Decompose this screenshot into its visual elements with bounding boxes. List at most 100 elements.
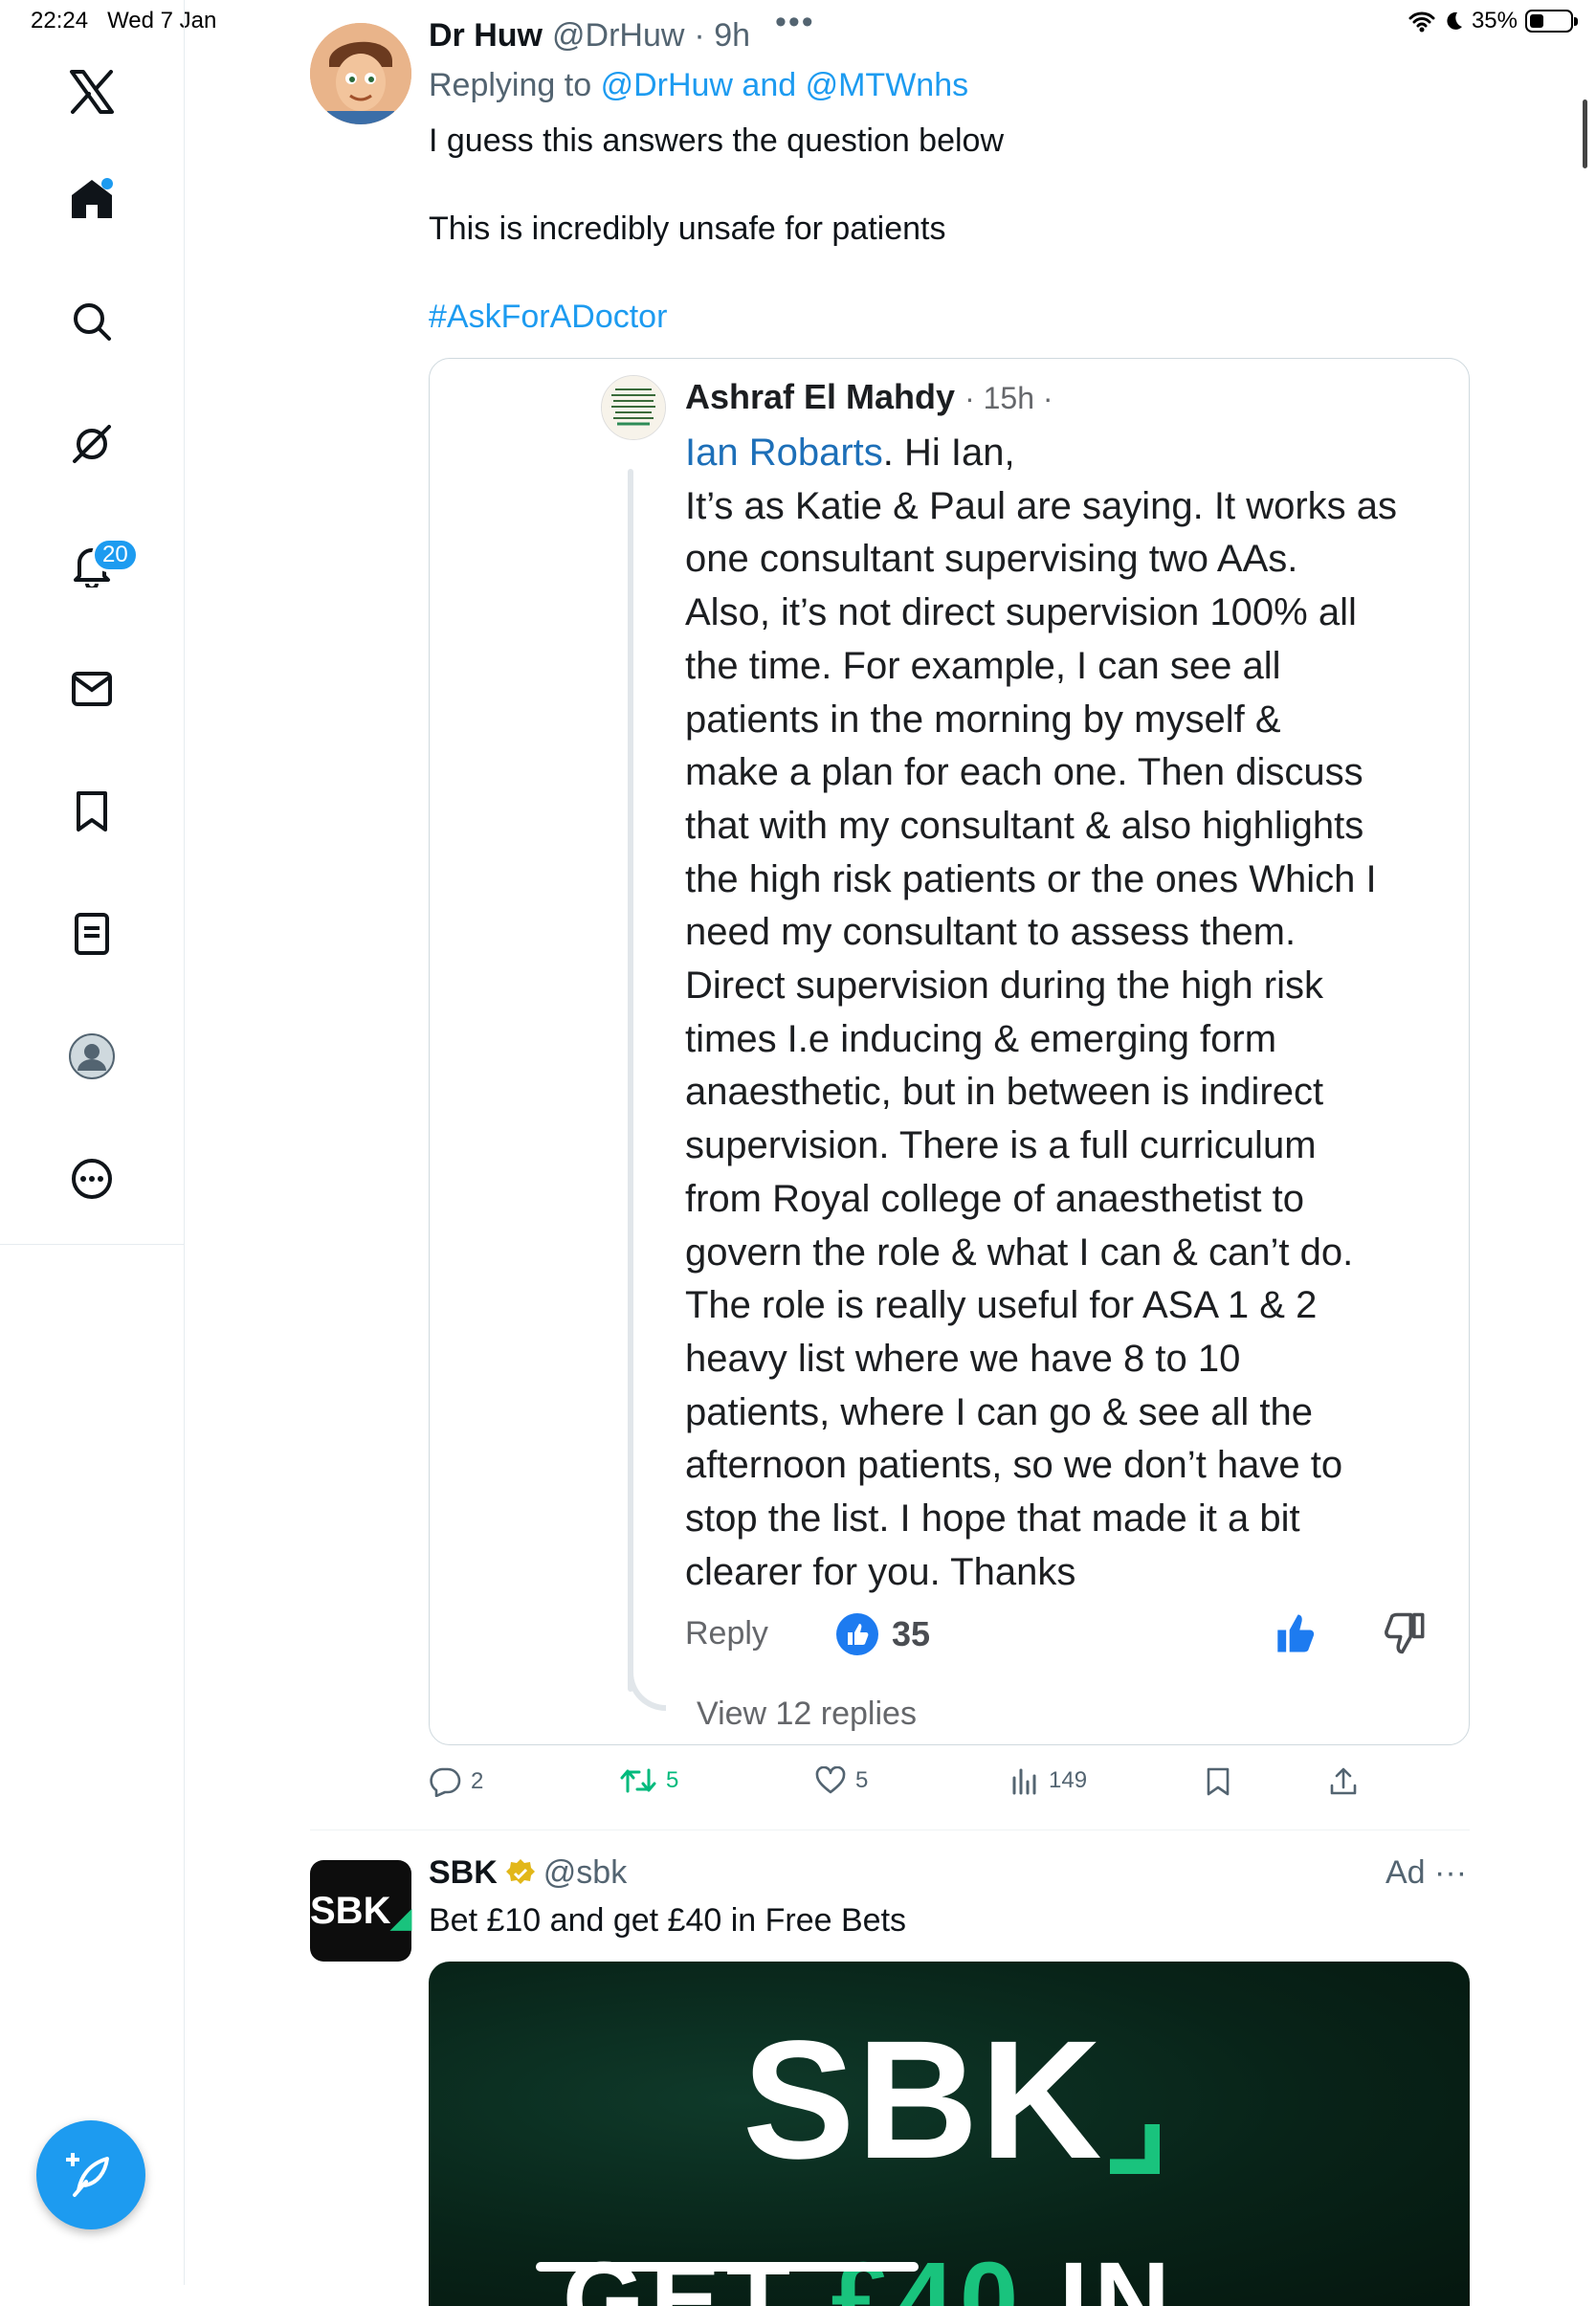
mail-icon — [72, 672, 112, 706]
tweet-text-line-2: This is incredibly unsafe for patients — [429, 211, 946, 247]
repost-icon — [620, 1768, 656, 1793]
ad-text: Bet £10 and get £40 in Free Bets — [429, 1902, 907, 1939]
battery-percent: 35% — [1471, 8, 1518, 33]
quoted-line: the high risk patients or the ones Which… — [685, 857, 1377, 900]
quoted-line: Also, it’s not direct supervision 100% a… — [685, 591, 1357, 634]
quoted-line: It’s as Katie & Paul are saying. It work… — [685, 484, 1398, 527]
quoted-line: Ian Robarts. Hi Ian, — [685, 432, 1015, 474]
quoted-mention: Ian Robarts — [685, 432, 883, 474]
nav-search[interactable] — [54, 283, 130, 360]
quoted-line: times I.e inducing & emerging form — [685, 1017, 1277, 1060]
bookmark-icon — [1207, 1767, 1230, 1796]
ad-banner-image[interactable]: SBK GET £40 IN — [429, 1962, 1470, 2306]
quoted-line: patients in the morning by myself & — [685, 698, 1281, 741]
verified-gold-badge-icon — [505, 1858, 535, 1884]
repost-count: 5 — [666, 1767, 679, 1793]
quoted-comment-body: Ian Robarts. Hi Ian, It’s as Katie & Pau… — [685, 427, 1451, 1599]
quoted-line: The role is really useful for ASA 1 & 2 — [685, 1284, 1318, 1327]
views-button[interactable]: 149 — [1010, 1766, 1087, 1795]
repost-button[interactable]: 5 — [620, 1766, 678, 1795]
status-right: 35% — [1408, 8, 1578, 34]
more-circle-icon — [72, 1159, 112, 1199]
quoted-line: clearer for you. Thanks — [685, 1550, 1076, 1593]
nav-lists[interactable] — [54, 896, 130, 972]
reply-icon — [430, 1767, 461, 1797]
quoted-like-number: 35 — [892, 1614, 931, 1653]
bookmark-button[interactable] — [1206, 1766, 1230, 1797]
quoted-line: that with my consultant & also highlight… — [685, 804, 1364, 847]
view-replies-link: View 12 replies — [697, 1696, 917, 1732]
quoted-line: stop the list. I hope that made it a bit — [685, 1497, 1300, 1541]
quoted-author-avatar — [601, 375, 666, 440]
more-options-icon[interactable]: ••• — [775, 4, 815, 41]
sbk-avatar-text: SBK — [310, 1889, 391, 1932]
ad-header: SBK @sbk — [429, 1854, 627, 1892]
thumbs-down-icon — [1384, 1611, 1428, 1660]
scroll-indicator[interactable] — [1583, 100, 1587, 168]
list-icon — [75, 913, 109, 955]
tweet-time[interactable]: · 9h — [694, 17, 750, 55]
like-count: 5 — [855, 1767, 869, 1793]
author-handle[interactable]: @DrHuw — [552, 17, 684, 55]
like-button[interactable]: 5 — [815, 1766, 868, 1795]
nav-grok[interactable] — [54, 406, 130, 482]
view-count: 149 — [1049, 1767, 1088, 1793]
bar-chart-icon — [1012, 1768, 1036, 1795]
tweet-author-avatar[interactable] — [310, 23, 411, 124]
quoted-time: · 15h · — [964, 381, 1053, 415]
quoted-reply-label: Reply — [685, 1615, 768, 1652]
bookmark-icon — [77, 791, 107, 831]
quoted-line: afternoon patients, so we don’t have to — [685, 1444, 1343, 1487]
author-name[interactable]: Dr Huw — [429, 17, 543, 55]
reply-count: 2 — [471, 1768, 484, 1794]
x-logo-icon[interactable] — [54, 54, 130, 130]
sbk-avatar[interactable]: SBK ◢ — [310, 1860, 411, 1962]
share-icon — [1330, 1767, 1357, 1795]
quoted-line: supervision. There is a full curriculum — [685, 1124, 1317, 1167]
quoted-author-name: Ashraf El Mahdy — [685, 377, 956, 416]
quoted-line: make a plan for each one. Then discuss — [685, 751, 1363, 794]
tweet-text-line-1: I guess this answers the question below — [429, 122, 1005, 159]
nav-messages[interactable] — [54, 651, 130, 727]
nav-more[interactable] — [54, 1141, 130, 1217]
reply-button[interactable]: 2 — [429, 1766, 483, 1797]
nav-bookmarks[interactable] — [54, 773, 130, 850]
ad-label-text: Ad — [1385, 1854, 1426, 1891]
replying-users-link[interactable]: @DrHuw and @MTWnhs — [601, 67, 969, 103]
quoted-line: the time. For example, I can see all — [685, 644, 1281, 687]
thumbs-up-icon — [836, 1613, 878, 1655]
home-indicator[interactable] — [536, 2262, 919, 2272]
home-unread-dot — [101, 178, 113, 189]
compose-button[interactable] — [36, 2120, 145, 2229]
nav-notifications[interactable]: 20 — [54, 528, 139, 605]
banner-subtitle: GET £40 IN — [563, 2241, 1176, 2306]
quoted-line: patients, where I can go & see all the — [685, 1390, 1313, 1433]
replying-to: Replying to @DrHuw and @MTWnhs — [429, 67, 968, 104]
quoted-line: govern the role & what I can & can’t do. — [685, 1231, 1354, 1274]
quoted-line: one consultant supervising two AAs. — [685, 538, 1298, 581]
battery-icon — [1525, 10, 1578, 33]
banner-logo: SBK — [743, 2007, 1104, 2194]
nav-home[interactable] — [54, 161, 130, 237]
grok-icon — [73, 425, 111, 463]
nav-profile[interactable] — [54, 1018, 130, 1095]
wifi-icon — [1408, 11, 1435, 33]
sidebar-divider — [0, 1244, 184, 1245]
notifications-badge: 20 — [92, 538, 139, 572]
ad-more-icon[interactable]: ··· — [1434, 1854, 1467, 1891]
tweet-header: Dr Huw @DrHuw · 9h — [429, 17, 750, 55]
quoted-line: heavy list where we have 8 to 10 — [685, 1337, 1241, 1380]
banner-logo-mark — [1110, 2124, 1160, 2174]
share-button[interactable] — [1328, 1766, 1359, 1797]
ad-label: Ad ··· — [1385, 1854, 1467, 1892]
thread-line — [628, 469, 633, 1692]
thumbs-up-filled-icon — [1273, 1611, 1317, 1660]
feather-plus-icon — [66, 2153, 109, 2197]
profile-avatar-icon — [69, 1033, 115, 1079]
ad-author-name[interactable]: SBK — [429, 1854, 498, 1892]
quoted-line: Direct supervision during the high risk — [685, 965, 1323, 1008]
search-icon — [74, 303, 111, 341]
heart-icon — [815, 1766, 846, 1794]
ad-author-handle[interactable]: @sbk — [543, 1854, 627, 1892]
hashtag-link[interactable]: #AskForADoctor — [429, 299, 667, 336]
